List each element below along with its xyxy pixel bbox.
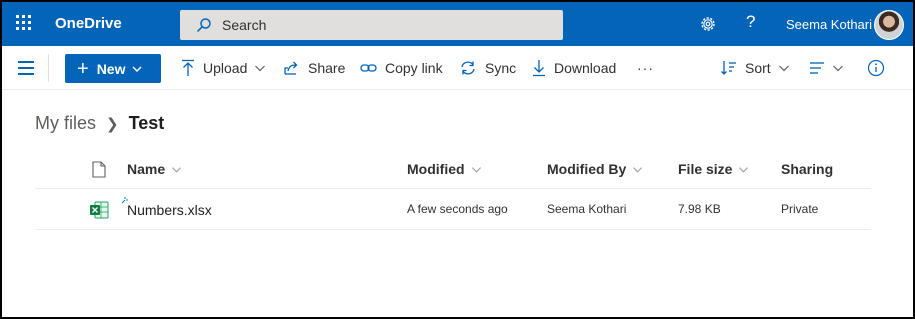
- sync-label: Sync: [485, 60, 517, 76]
- search-box[interactable]: Search: [180, 10, 563, 40]
- avatar[interactable]: [874, 10, 904, 40]
- suite-bar: OneDrive Search ? Seema Kothari: [2, 2, 913, 46]
- app-title[interactable]: OneDrive: [55, 15, 122, 32]
- onedrive-window: OneDrive Search ? Seema Kothari + New Up…: [0, 0, 915, 319]
- sort-button[interactable]: Sort: [721, 58, 790, 78]
- column-header-modified[interactable]: Modified: [407, 161, 482, 177]
- info-icon: [867, 59, 885, 77]
- app-launcher-icon[interactable]: [16, 15, 32, 31]
- view-options-button[interactable]: [809, 58, 844, 78]
- file-type-icon[interactable]: [92, 161, 106, 178]
- sync-icon: [461, 61, 475, 75]
- excel-file-icon: [90, 201, 109, 219]
- column-header-name[interactable]: Name: [127, 161, 182, 177]
- breadcrumb-current-folder[interactable]: Test: [129, 113, 165, 134]
- breadcrumb-my-files[interactable]: My files: [35, 113, 96, 134]
- share-icon: [284, 61, 298, 75]
- command-bar: + New Upload Share Copy link Sync Downlo…: [2, 46, 913, 90]
- file-modified-by[interactable]: Seema Kothari: [547, 202, 626, 216]
- link-icon: [360, 64, 377, 72]
- column-file-size-label: File size: [678, 161, 733, 177]
- file-name-link[interactable]: Numbers.xlsx: [127, 202, 212, 218]
- chevron-down-icon: [172, 166, 182, 173]
- settings-gear-icon[interactable]: [699, 15, 717, 33]
- download-button[interactable]: Download: [532, 58, 616, 78]
- share-label: Share: [308, 60, 346, 76]
- chevron-down-icon: [633, 166, 643, 173]
- column-header-modified-by[interactable]: Modified By: [547, 161, 643, 177]
- copy-link-label: Copy link: [385, 60, 443, 76]
- chevron-down-icon: [833, 65, 843, 72]
- file-size: 7.98 KB: [678, 202, 721, 216]
- column-header-file-size[interactable]: File size: [678, 161, 749, 177]
- table-row[interactable]: Numbers.xlsx A few seconds ago Seema Kot…: [35, 190, 871, 230]
- column-modified-label: Modified: [407, 161, 465, 177]
- chevron-down-icon: [132, 66, 142, 72]
- search-placeholder: Search: [222, 17, 267, 33]
- upload-button[interactable]: Upload: [181, 58, 266, 78]
- sync-button[interactable]: Sync: [459, 58, 516, 78]
- user-name[interactable]: Seema Kothari: [786, 17, 872, 32]
- sort-icon: [721, 61, 736, 75]
- upload-label: Upload: [203, 60, 248, 76]
- breadcrumb: My files ❯ Test: [35, 113, 164, 134]
- plus-icon: +: [77, 57, 89, 80]
- help-icon[interactable]: ?: [746, 12, 755, 32]
- download-label: Download: [554, 60, 617, 76]
- chevron-down-icon: [255, 65, 266, 72]
- column-modified-by-label: Modified By: [547, 161, 627, 177]
- file-modified: A few seconds ago: [407, 202, 508, 216]
- column-name-label: Name: [127, 161, 166, 177]
- hamburger-icon[interactable]: [18, 61, 36, 75]
- column-header-sharing[interactable]: Sharing: [781, 161, 833, 177]
- chevron-down-icon: [471, 166, 481, 173]
- view-icon: [810, 62, 824, 74]
- file-sharing-status[interactable]: Private: [781, 202, 818, 216]
- new-button[interactable]: + New: [65, 54, 161, 83]
- download-icon: [533, 60, 545, 77]
- search-icon: [196, 18, 211, 33]
- chevron-down-icon: [739, 166, 749, 173]
- sort-label: Sort: [745, 60, 771, 76]
- info-button[interactable]: [867, 58, 885, 78]
- file-list-header: Name Modified Modified By File size Shar…: [35, 149, 871, 189]
- new-button-label: New: [96, 60, 126, 77]
- upload-icon: [182, 59, 194, 76]
- share-button[interactable]: Share: [284, 58, 345, 78]
- divider: [48, 54, 49, 82]
- copy-link-button[interactable]: Copy link: [360, 58, 443, 78]
- chevron-down-icon: [778, 65, 789, 72]
- column-sharing-label: Sharing: [781, 161, 834, 177]
- chevron-right-icon: ❯: [106, 115, 119, 133]
- more-options-icon[interactable]: ···: [637, 58, 654, 78]
